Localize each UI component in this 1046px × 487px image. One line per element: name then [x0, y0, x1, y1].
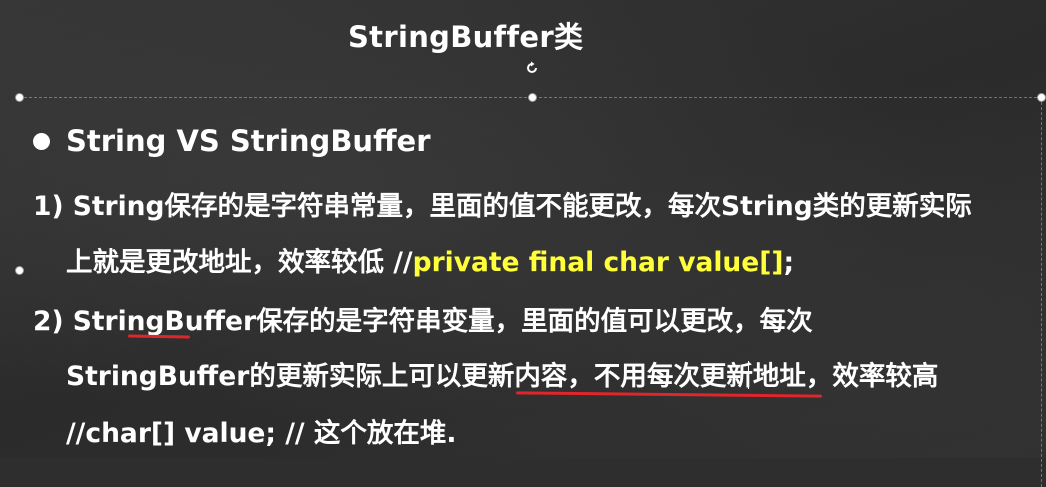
resize-handle-icon[interactable]	[15, 266, 24, 275]
point1-line2: 上就是更改地址，效率较低 //private final char value[…	[66, 240, 794, 279]
point1-line2-end: ;	[783, 247, 795, 278]
point1-line2-text: 上就是更改地址，效率较低 //	[66, 247, 413, 278]
bullet-dot-icon	[33, 133, 50, 150]
slide-title[interactable]: StringBuffer类	[348, 14, 583, 56]
point2-line2: StringBuffer的更新实际上可以更新内容，不用每次更新地址，效率较高	[66, 361, 939, 392]
bullet-heading: String VS StringBuffer	[66, 124, 431, 158]
point2-line3: //char[] value; // 这个放在堆.	[66, 418, 457, 449]
resize-handle-icon[interactable]	[1037, 93, 1046, 102]
resize-handle-icon[interactable]	[528, 93, 537, 102]
point1-line1: 1) String保存的是字符串常量，里面的值不能更改，每次String类的更新…	[33, 191, 972, 222]
text-cursor	[748, 361, 749, 389]
rotate-handle-icon[interactable]	[525, 61, 539, 75]
point2-line1: 2) StringBuffer保存的是字符串变量，里面的值可以更改，每次	[33, 306, 813, 337]
resize-handle-icon[interactable]	[15, 93, 24, 102]
code-private-final-char: private final char value[]	[412, 247, 784, 278]
